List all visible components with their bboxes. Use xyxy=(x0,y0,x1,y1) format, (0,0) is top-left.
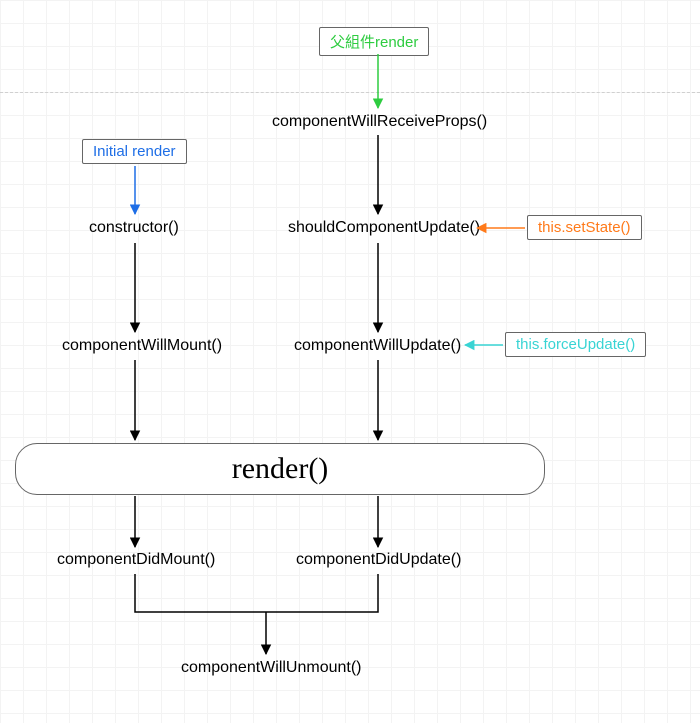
node-cwrp: componentWillReceiveProps() xyxy=(272,113,487,131)
node-cwun: componentWillUnmount() xyxy=(181,659,362,677)
node-cdm: componentDidMount() xyxy=(57,551,215,569)
node-cdu: componentDidUpdate() xyxy=(296,551,461,569)
node-render: render() xyxy=(15,443,545,495)
node-cwu: componentWillUpdate() xyxy=(294,337,461,355)
node-constructor: constructor() xyxy=(89,219,179,237)
node-set-state: this.setState() xyxy=(527,215,642,240)
node-scu: shouldComponentUpdate() xyxy=(288,219,480,237)
node-cwm: componentWillMount() xyxy=(62,337,222,355)
node-parent-render: 父組件render xyxy=(319,27,429,56)
grid-background xyxy=(0,0,700,723)
dashed-divider xyxy=(0,92,700,93)
node-force-update: this.forceUpdate() xyxy=(505,332,646,357)
node-initial-render: Initial render xyxy=(82,139,187,164)
